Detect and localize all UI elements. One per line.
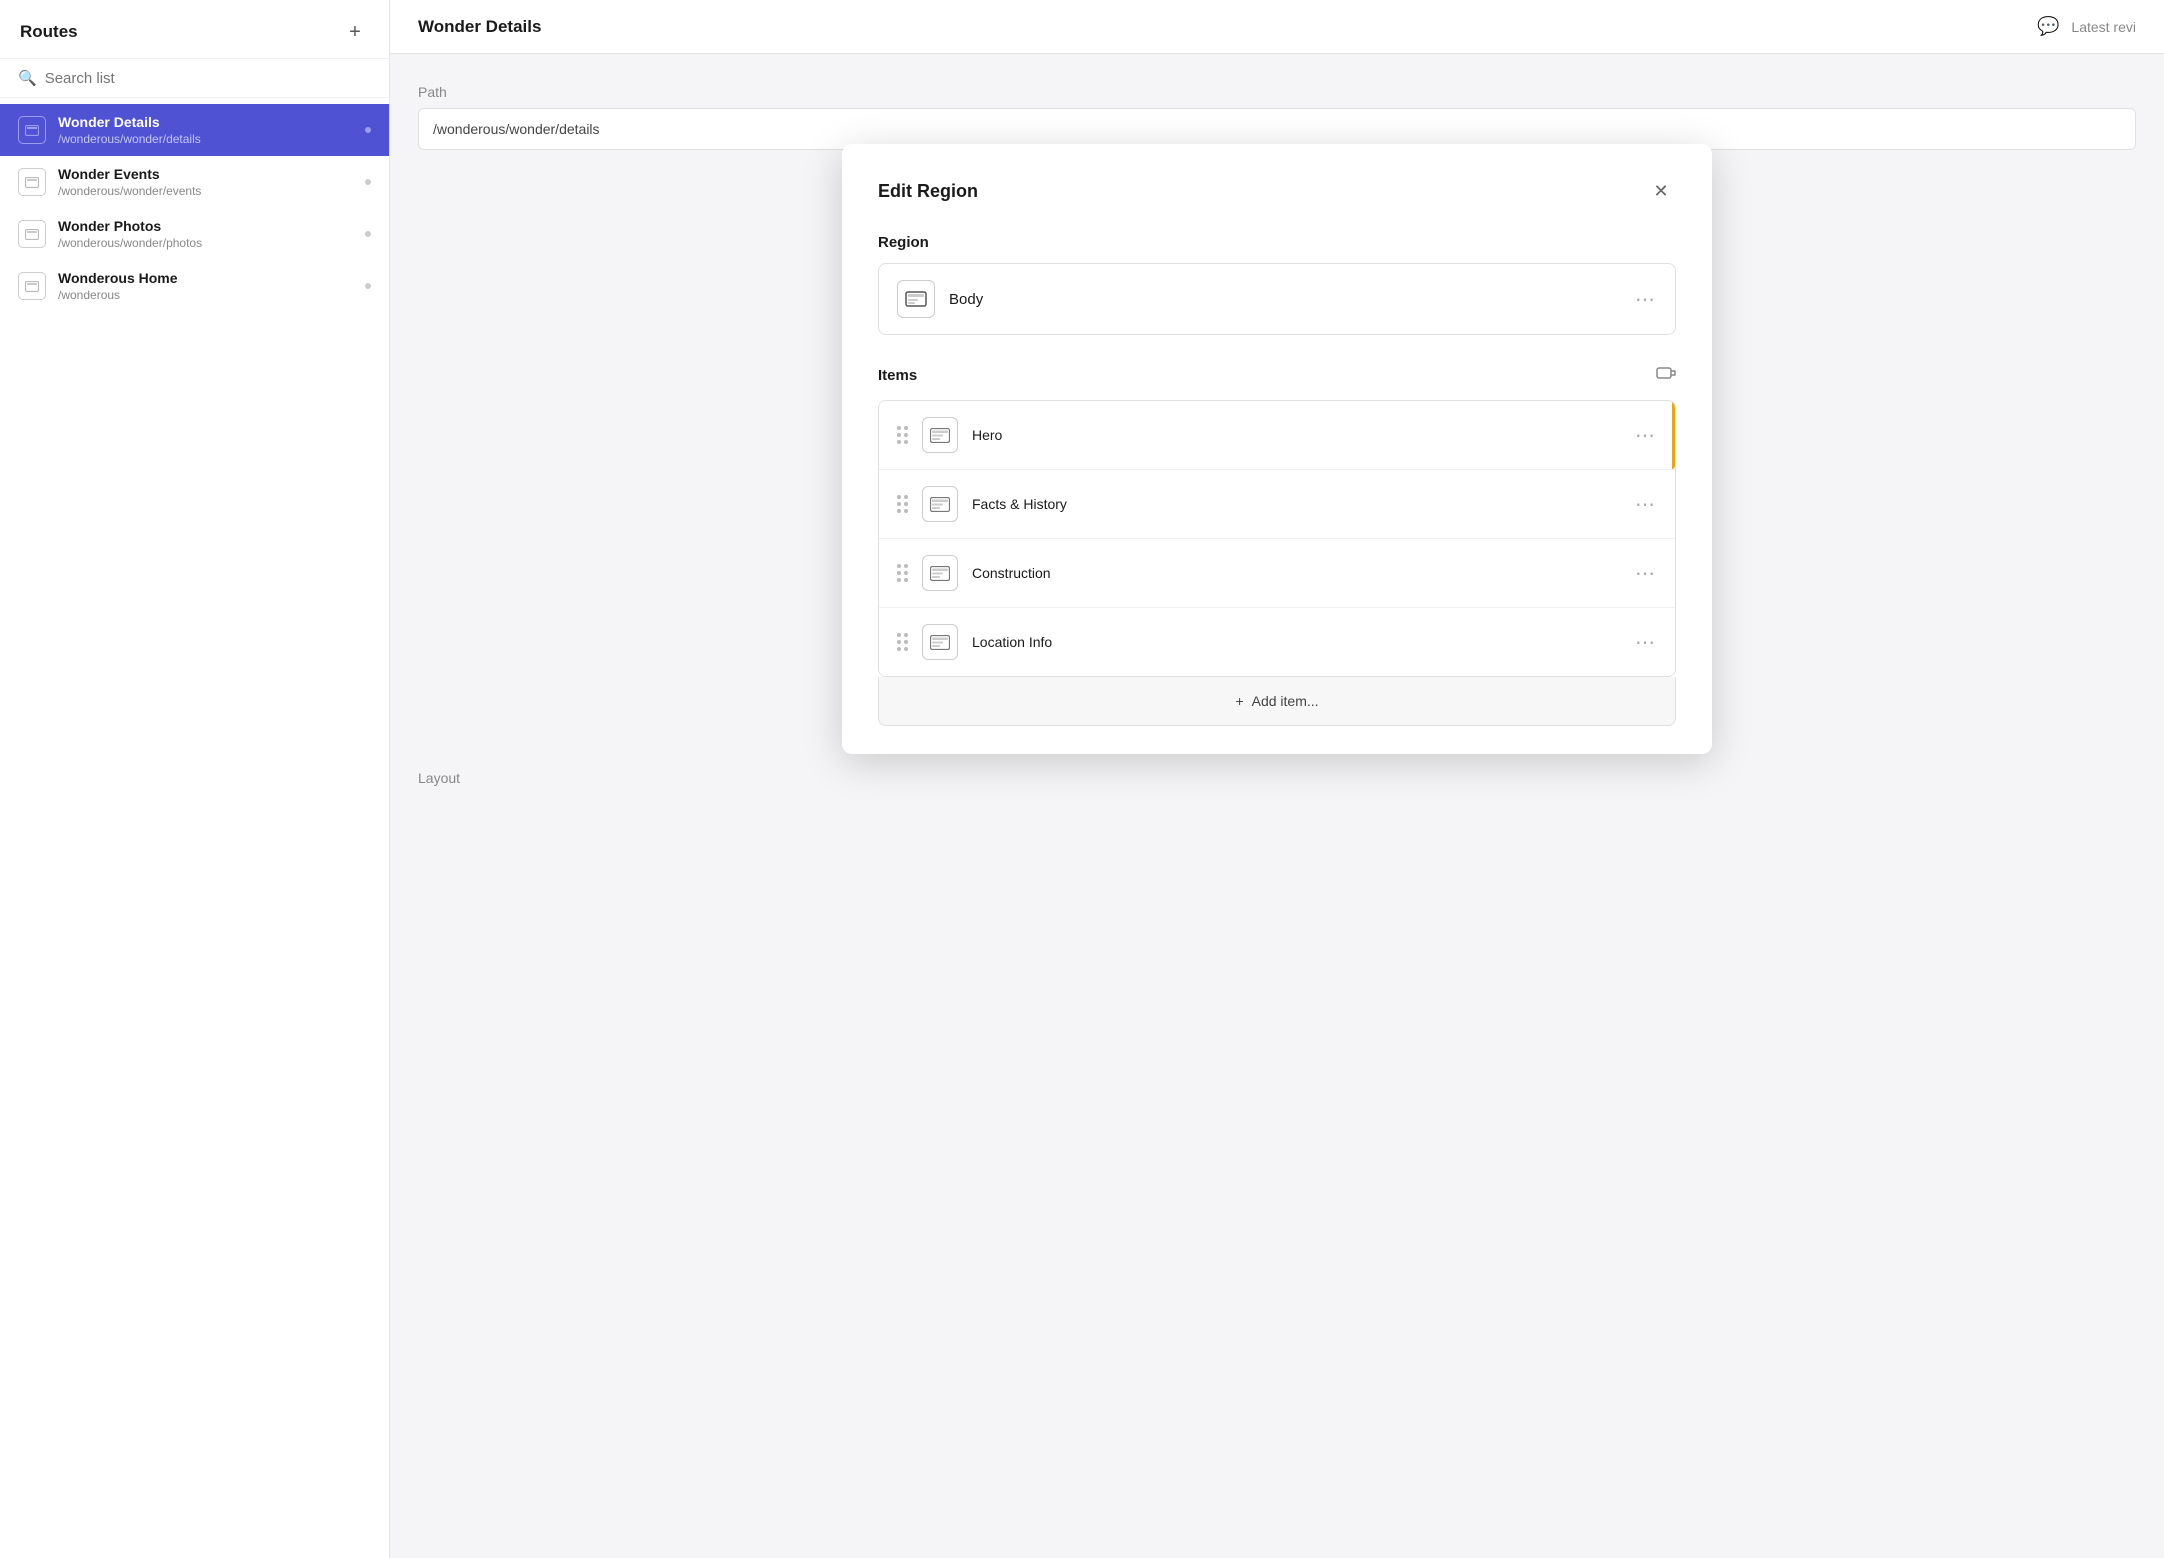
route-path: /wonderous [58,288,353,302]
drag-handle[interactable] [897,564,908,582]
accent-bar [1672,401,1675,469]
item-name: Location Info [972,634,1621,650]
drag-handle[interactable] [897,633,908,651]
sidebar-item-wonder-photos[interactable]: Wonder Photos /wonderous/wonder/photos [0,208,389,260]
modal-title: Edit Region [878,181,978,202]
add-item-label: Add item... [1252,693,1319,709]
route-path: /wonderous/wonder/events [58,184,353,198]
sidebar-item-wonderous-home[interactable]: Wonderous Home /wonderous [0,260,389,312]
route-info: Wonderous Home /wonderous [58,270,353,302]
route-name: Wonder Details [58,114,353,130]
item-menu-button[interactable]: ⋯ [1635,423,1657,448]
item-menu-button[interactable]: ⋯ [1635,630,1657,655]
route-icon [18,168,46,196]
route-info: Wonder Photos /wonderous/wonder/photos [58,218,353,250]
list-item: Construction ⋯ [879,539,1675,608]
modal-overlay: Edit Region ✕ Region Body [390,54,2164,1558]
add-items-icon[interactable] [1656,363,1676,388]
sidebar-header: Routes + [0,0,389,59]
items-header: Items [878,363,1676,388]
region-section-label: Region [878,234,1676,251]
route-icon [18,272,46,300]
search-icon: 🔍 [18,69,37,87]
add-item-plus-icon: + [1235,693,1243,709]
route-dot [365,283,371,289]
sidebar-item-wonder-events[interactable]: Wonder Events /wonderous/wonder/events [0,156,389,208]
sidebar: Routes + 🔍 Wonder Details /wonderous/won… [0,0,390,1558]
item-menu-button[interactable]: ⋯ [1635,561,1657,586]
drag-handle[interactable] [897,426,908,444]
items-list: Hero ⋯ Facts & History ⋯ [878,400,1676,677]
item-icon [922,555,958,591]
header-actions: 💬 Latest revi [2037,16,2136,37]
route-dot [365,127,371,133]
route-icon [18,220,46,248]
region-menu-button[interactable]: ⋯ [1635,287,1657,312]
route-name: Wonderous Home [58,270,353,286]
sidebar-item-wonder-details[interactable]: Wonder Details /wonderous/wonder/details [0,104,389,156]
route-name: Wonder Events [58,166,353,182]
page-title: Wonder Details [418,17,541,37]
item-icon [922,417,958,453]
route-dot [365,179,371,185]
route-path: /wonderous/wonder/details [58,132,353,146]
region-icon [897,280,935,318]
sidebar-title: Routes [20,22,78,42]
item-icon [922,486,958,522]
close-modal-button[interactable]: ✕ [1646,176,1676,206]
items-container: Hero ⋯ Facts & History ⋯ [878,400,1676,726]
item-name: Construction [972,565,1621,581]
latest-review-label: Latest revi [2071,19,2136,35]
item-name: Facts & History [972,496,1621,512]
list-item: Hero ⋯ [879,401,1675,470]
list-item: Facts & History ⋯ [879,470,1675,539]
main-panel: Wonder Details 💬 Latest revi Path /wonde… [390,0,2164,1558]
item-name: Hero [972,427,1621,443]
item-icon [922,624,958,660]
main-header: Wonder Details 💬 Latest revi [390,0,2164,54]
route-path: /wonderous/wonder/photos [58,236,353,250]
search-input[interactable] [45,70,371,87]
drag-handle[interactable] [897,495,908,513]
route-info: Wonder Events /wonderous/wonder/events [58,166,353,198]
add-item-button[interactable]: + Add item... [878,677,1676,726]
items-section-label: Items [878,367,917,384]
route-dot [365,231,371,237]
modal-header: Edit Region ✕ [878,176,1676,206]
route-info: Wonder Details /wonderous/wonder/details [58,114,353,146]
route-list: Wonder Details /wonderous/wonder/details… [0,98,389,1558]
item-menu-button[interactable]: ⋯ [1635,492,1657,517]
comment-icon[interactable]: 💬 [2037,16,2059,37]
add-route-button[interactable]: + [341,18,369,46]
route-icon [18,116,46,144]
search-bar: 🔍 [0,59,389,98]
edit-region-modal: Edit Region ✕ Region Body [842,144,1712,754]
region-name: Body [949,291,1621,308]
route-name: Wonder Photos [58,218,353,234]
list-item: Location Info ⋯ [879,608,1675,676]
main-content: Path /wonderous/wonder/details Edit Regi… [390,54,2164,1558]
region-card: Body ⋯ [878,263,1676,335]
